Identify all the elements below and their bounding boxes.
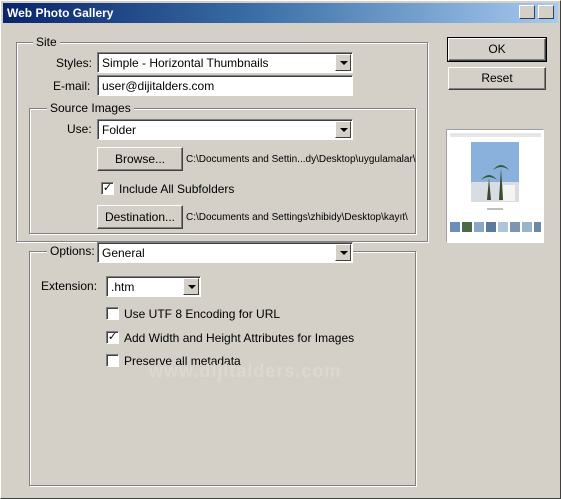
- reset-button[interactable]: Reset: [448, 67, 546, 90]
- chevron-down-icon[interactable]: [335, 121, 351, 138]
- width-height-checkbox[interactable]: ✓: [106, 331, 119, 344]
- extension-select[interactable]: .htm: [106, 276, 201, 297]
- extension-value: .htm: [111, 280, 135, 294]
- utf8-checkbox[interactable]: [106, 307, 119, 320]
- reset-button-label: Reset: [481, 71, 513, 85]
- close-icon[interactable]: [538, 5, 554, 19]
- utf8-label[interactable]: Use UTF 8 Encoding for URL: [124, 306, 280, 322]
- preview-image: [447, 130, 544, 243]
- email-label: E-mail:: [53, 79, 91, 93]
- browse-button-label: Browse...: [114, 152, 165, 166]
- source-images-legend: Source Images: [47, 101, 134, 115]
- destination-button[interactable]: Destination...: [97, 205, 183, 229]
- chevron-down-icon[interactable]: [183, 278, 199, 295]
- title-bar[interactable]: Web Photo Gallery: [3, 3, 558, 23]
- styles-label: Styles:: [56, 56, 93, 70]
- browse-button[interactable]: Browse...: [97, 147, 183, 171]
- checkmark-icon: ✓: [107, 331, 118, 343]
- width-height-label[interactable]: Add Width and Height Attributes for Imag…: [124, 330, 354, 346]
- site-legend: Site: [33, 35, 60, 49]
- options-value: General: [102, 246, 145, 260]
- styles-select[interactable]: Simple - Horizontal Thumbnails: [97, 52, 353, 73]
- options-select[interactable]: General: [97, 242, 353, 263]
- web-photo-gallery-dialog: Web Photo Gallery Site Styles: Simple - …: [0, 0, 561, 499]
- use-label: Use:: [67, 122, 92, 136]
- email-field[interactable]: user@dijitalders.com: [97, 75, 353, 96]
- chevron-down-icon[interactable]: [335, 54, 351, 71]
- help-icon[interactable]: [519, 5, 535, 19]
- options-label: Options:: [47, 244, 98, 258]
- destination-path: C:\Documents and Settings\zhibidy\Deskto…: [186, 212, 408, 223]
- destination-button-label: Destination...: [104, 210, 176, 224]
- styles-value: Simple - Horizontal Thumbnails: [102, 56, 269, 70]
- include-subfolders-checkbox[interactable]: ✓: [101, 182, 114, 195]
- browse-path: C:\Documents and Settin...dy\Desktop\uyg…: [186, 154, 416, 165]
- use-value: Folder: [102, 123, 137, 137]
- watermark: www.dijitalders.com: [149, 361, 342, 381]
- style-preview-thumbnail: [446, 129, 544, 243]
- include-subfolders-label[interactable]: Include All Subfolders: [119, 181, 234, 197]
- extension-label: Extension:: [41, 279, 98, 293]
- preserve-metadata-checkbox[interactable]: [106, 354, 119, 367]
- ok-button[interactable]: OK: [447, 37, 547, 62]
- chevron-down-icon[interactable]: [335, 244, 351, 261]
- checkmark-icon: ✓: [102, 182, 113, 194]
- use-select[interactable]: Folder: [97, 119, 353, 140]
- window-title: Web Photo Gallery: [7, 6, 114, 20]
- ok-button-label: OK: [488, 42, 506, 56]
